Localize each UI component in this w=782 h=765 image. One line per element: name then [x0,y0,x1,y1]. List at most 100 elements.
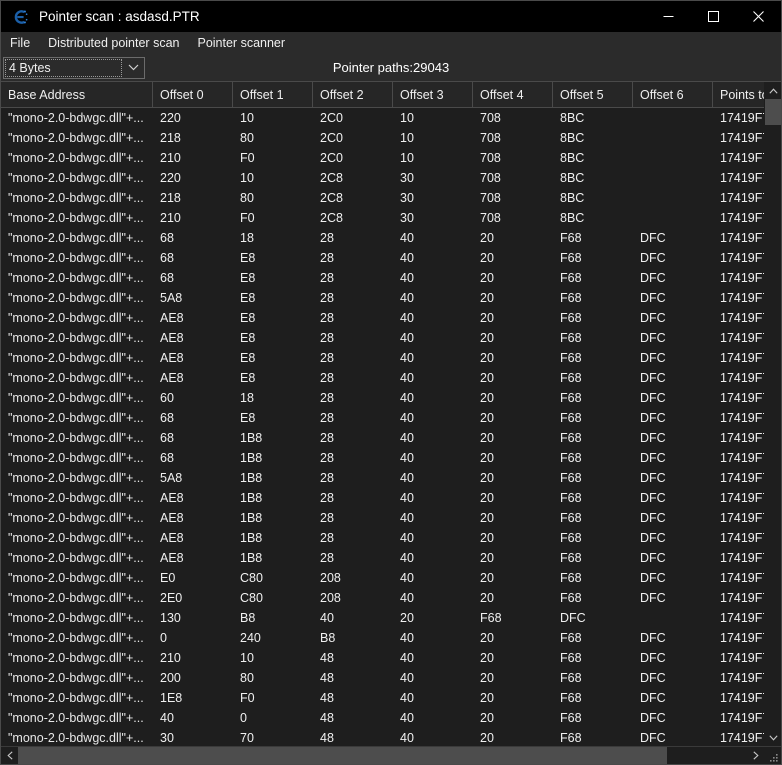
table-row[interactable]: "mono-2.0-bdwgc.dll"+... 130 B8 40 20 F68 DFC 1… [1,608,764,628]
close-button[interactable] [736,1,781,32]
cell-offset-6: DFC [640,591,666,605]
menu-bar: File Distributed pointer scan Pointer sc… [1,32,781,54]
table-row[interactable]: "mono-2.0-bdwgc.dll"+... 220 10 2C0 10 708 8BC… [1,108,764,128]
column-header-offset-5[interactable]: Offset 5 [553,82,633,107]
cell-offset-5: F68 [560,651,582,665]
cell-offset-6: DFC [640,491,666,505]
cell-base-address: "mono-2.0-bdwgc.dll"+... [8,431,144,445]
table-row[interactable]: "mono-2.0-bdwgc.dll"+... 218 80 2C8 30 708 8BC… [1,188,764,208]
table-row[interactable]: "mono-2.0-bdwgc.dll"+... 30 70 48 40 20 F68 DFC… [1,728,764,746]
table-row[interactable]: "mono-2.0-bdwgc.dll"+... 68 18 28 40 20 F68 DFC… [1,228,764,248]
cell-points-to: 17419F7 [720,411,764,425]
horizontal-scroll-thumb[interactable] [18,746,667,764]
maximize-button[interactable] [691,1,736,32]
cell-offset-4: 20 [480,451,494,465]
table-row[interactable]: "mono-2.0-bdwgc.dll"+... AE8 1B8 28 40 20 F68 D… [1,488,764,508]
table-row[interactable]: "mono-2.0-bdwgc.dll"+... AE8 1B8 28 40 20 F68 D… [1,528,764,548]
cell-offset-4: 20 [480,731,494,745]
column-header-offset-4[interactable]: Offset 4 [473,82,553,107]
table-row[interactable]: "mono-2.0-bdwgc.dll"+... 5A8 E8 28 40 20 F68 DF… [1,288,764,308]
table-row[interactable]: "mono-2.0-bdwgc.dll"+... 60 18 28 40 20 F68 DFC… [1,388,764,408]
horizontal-scrollbar[interactable] [1,746,781,764]
cell-offset-1: E8 [240,331,256,345]
cell-offset-1: 1B8 [240,451,263,465]
column-header-offset-1[interactable]: Offset 1 [233,82,313,107]
cell-offset-6: DFC [640,531,666,545]
cell-offset-5: F68 [560,431,582,445]
chevron-down-icon[interactable] [122,58,144,78]
resize-grip-icon[interactable] [764,747,781,765]
cell-offset-3: 40 [400,231,414,245]
menu-item-distributed-pointer-scan[interactable]: Distributed pointer scan [39,33,188,53]
table-row[interactable]: "mono-2.0-bdwgc.dll"+... 68 1B8 28 40 20 F68 DF… [1,448,764,468]
horizontal-scroll-track[interactable] [18,746,747,764]
cell-offset-4: 708 [480,191,501,205]
table-row[interactable]: "mono-2.0-bdwgc.dll"+... 68 1B8 28 40 20 F68 DF… [1,428,764,448]
value-type-combobox[interactable]: 4 Bytes [3,56,145,79]
title-bar[interactable]: Pointer scan : asdasd.PTR [1,1,781,32]
table-row[interactable]: "mono-2.0-bdwgc.dll"+... 68 E8 28 40 20 F68 DFC… [1,248,764,268]
cell-points-to: 17419F7 [720,271,764,285]
table-row[interactable]: "mono-2.0-bdwgc.dll"+... 5A8 1B8 28 40 20 F68 D… [1,468,764,488]
cell-base-address: "mono-2.0-bdwgc.dll"+... [8,211,144,225]
vertical-scrollbar[interactable] [764,82,781,746]
column-header-points-to[interactable]: Points to [713,82,764,107]
table-row[interactable]: "mono-2.0-bdwgc.dll"+... AE8 1B8 28 40 20 F68 D… [1,548,764,568]
minimize-button[interactable] [646,1,691,32]
scroll-down-icon[interactable] [765,729,781,746]
cell-offset-3: 40 [400,391,414,405]
table-row[interactable]: "mono-2.0-bdwgc.dll"+... 218 80 2C0 10 708 8BC… [1,128,764,148]
cell-offset-6: DFC [640,731,666,745]
table-row[interactable]: "mono-2.0-bdwgc.dll"+... 220 10 2C8 30 708 8BC… [1,168,764,188]
column-header-offset-6[interactable]: Offset 6 [633,82,713,107]
cell-offset-3: 40 [400,531,414,545]
cell-offset-2: 48 [320,711,334,725]
table-row[interactable]: "mono-2.0-bdwgc.dll"+... 200 80 48 40 20 F68 DF… [1,668,764,688]
column-header-base-address[interactable]: Base Address [1,82,153,107]
scroll-right-icon[interactable] [747,746,764,764]
cell-offset-4: 708 [480,131,501,145]
vertical-scroll-thumb[interactable] [765,99,781,125]
scroll-left-icon[interactable] [1,746,18,764]
cell-offset-1: 10 [240,651,254,665]
cell-offset-2: 2C0 [320,151,343,165]
cell-offset-5: F68 [560,531,582,545]
column-header-offset-3[interactable]: Offset 3 [393,82,473,107]
table-row[interactable]: "mono-2.0-bdwgc.dll"+... 68 E8 28 40 20 F68 DFC… [1,408,764,428]
cell-points-to: 17419F7 [720,631,764,645]
table-row[interactable]: "mono-2.0-bdwgc.dll"+... 68 E8 28 40 20 F68 DFC… [1,268,764,288]
table-row[interactable]: "mono-2.0-bdwgc.dll"+... 40 0 48 40 20 F68 DFC 1… [1,708,764,728]
cell-offset-0: 5A8 [160,471,183,485]
cell-offset-3: 40 [400,491,414,505]
table-row[interactable]: "mono-2.0-bdwgc.dll"+... 210 10 48 40 20 F68 DF… [1,648,764,668]
table-row[interactable]: "mono-2.0-bdwgc.dll"+... 1E8 F0 48 40 20 F68 DF… [1,688,764,708]
vertical-scroll-track[interactable] [765,99,781,729]
cell-offset-3: 40 [400,671,414,685]
cell-offset-4: 708 [480,211,501,225]
column-header-offset-0[interactable]: Offset 0 [153,82,233,107]
cell-base-address: "mono-2.0-bdwgc.dll"+... [8,551,144,565]
menu-item-pointer-scanner[interactable]: Pointer scanner [188,33,294,53]
table-row[interactable]: "mono-2.0-bdwgc.dll"+... 2E0 C80 208 40 20 F68… [1,588,764,608]
table-row[interactable]: "mono-2.0-bdwgc.dll"+... 0 240 B8 40 20 F68 DFC… [1,628,764,648]
cell-offset-4: 20 [480,691,494,705]
menu-item-file[interactable]: File [1,33,39,53]
cell-offset-0: 40 [160,711,174,725]
cell-points-to: 17419F7 [720,571,764,585]
cell-offset-5: F68 [560,731,582,745]
cell-offset-2: 28 [320,511,334,525]
cell-offset-4: 20 [480,371,494,385]
cell-base-address: "mono-2.0-bdwgc.dll"+... [8,351,144,365]
table-row[interactable]: "mono-2.0-bdwgc.dll"+... AE8 E8 28 40 20 F68 DF… [1,348,764,368]
table-row[interactable]: "mono-2.0-bdwgc.dll"+... 210 F0 2C8 30 708 8BC… [1,208,764,228]
table-row[interactable]: "mono-2.0-bdwgc.dll"+... AE8 1B8 28 40 20 F68 D… [1,508,764,528]
table-row[interactable]: "mono-2.0-bdwgc.dll"+... AE8 E8 28 40 20 F68 DF… [1,368,764,388]
table-row[interactable]: "mono-2.0-bdwgc.dll"+... AE8 E8 28 40 20 F68 DF… [1,308,764,328]
table-row[interactable]: "mono-2.0-bdwgc.dll"+... 210 F0 2C0 10 708 8BC… [1,148,764,168]
column-header-offset-2[interactable]: Offset 2 [313,82,393,107]
table-row[interactable]: "mono-2.0-bdwgc.dll"+... AE8 E8 28 40 20 F68 DF… [1,328,764,348]
value-type-value[interactable]: 4 Bytes [5,58,122,77]
table-row[interactable]: "mono-2.0-bdwgc.dll"+... E0 C80 208 40 20 F68 D… [1,568,764,588]
scroll-up-icon[interactable] [765,82,781,99]
cell-offset-2: 28 [320,431,334,445]
